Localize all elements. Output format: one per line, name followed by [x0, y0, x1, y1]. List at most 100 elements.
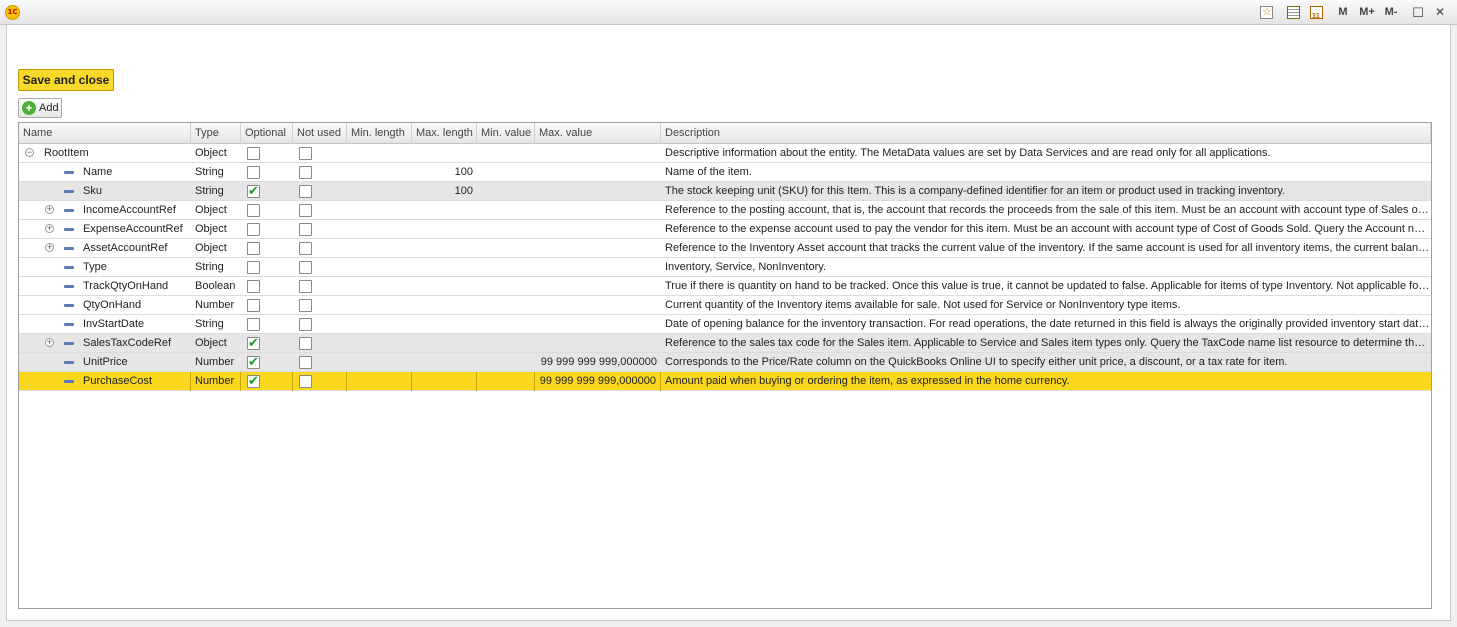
optional-checkbox[interactable] — [247, 372, 260, 390]
restore-window-icon[interactable]: ☐ — [1410, 4, 1426, 21]
cell-not-used[interactable] — [293, 353, 347, 372]
table-row[interactable]: + IncomeAccountRef Object Reference to the … — [19, 201, 1431, 220]
cell-optional[interactable] — [241, 201, 293, 220]
optional-checkbox[interactable] — [247, 334, 260, 352]
cell-optional[interactable] — [241, 277, 293, 296]
table-row[interactable]: Sku String 100 The stock keeping unit (SKU)… — [19, 182, 1431, 201]
cell-optional[interactable] — [241, 353, 293, 372]
cell-not-used[interactable] — [293, 258, 347, 277]
optional-checkbox[interactable] — [247, 280, 260, 293]
table-row[interactable]: InvStartDate String Date of opening balanc… — [19, 315, 1431, 334]
expand-node-icon[interactable]: + — [45, 243, 54, 252]
table-row[interactable]: − RootItem Object Descriptive information a… — [19, 144, 1431, 163]
cell-not-used[interactable] — [293, 315, 347, 334]
expand-node-icon[interactable]: + — [45, 338, 54, 347]
add-button[interactable]: + Add — [18, 98, 62, 118]
table-row[interactable]: Type String Inventory, Service, NonInvento… — [19, 258, 1431, 277]
cell-optional[interactable] — [241, 372, 293, 391]
cell-optional[interactable] — [241, 334, 293, 353]
not-used-checkbox[interactable] — [299, 318, 312, 331]
memory-minus-button[interactable]: M- — [1380, 4, 1402, 21]
optional-checkbox[interactable] — [247, 166, 260, 179]
column-header-type[interactable]: Type — [191, 123, 241, 144]
cell-optional[interactable] — [241, 163, 293, 182]
column-header-name[interactable]: Name — [19, 123, 191, 144]
column-header-description[interactable]: Description — [661, 123, 1431, 144]
close-window-icon[interactable]: ✕ — [1432, 4, 1448, 21]
optional-checkbox[interactable] — [247, 182, 260, 200]
cell-not-used[interactable] — [293, 239, 347, 258]
table-row[interactable]: UnitPrice Number 99 999 999 999,000000 Corr… — [19, 353, 1431, 372]
cell-not-used[interactable] — [293, 182, 347, 201]
not-used-checkbox[interactable] — [299, 356, 312, 369]
cell-optional[interactable] — [241, 315, 293, 334]
column-header-not-used[interactable]: Not used — [293, 123, 347, 144]
not-used-checkbox[interactable] — [299, 223, 312, 236]
save-and-close-button[interactable]: Save and close — [18, 69, 114, 91]
cell-optional[interactable] — [241, 182, 293, 201]
cell-not-used[interactable] — [293, 144, 347, 163]
cell-not-used[interactable] — [293, 334, 347, 353]
collapse-node-icon[interactable]: − — [25, 148, 34, 157]
table-row[interactable]: + SalesTaxCodeRef Object Reference to the s… — [19, 334, 1431, 353]
not-used-checkbox[interactable] — [299, 242, 312, 255]
optional-checkbox[interactable] — [247, 318, 260, 331]
cell-description: Reference to the sales tax code for the … — [665, 337, 1431, 349]
memory-button[interactable]: M — [1336, 4, 1350, 21]
cell-optional[interactable] — [241, 258, 293, 277]
column-header-max-value[interactable]: Max. value — [535, 123, 661, 144]
cell-name: Name — [19, 163, 191, 182]
table-row[interactable]: + ExpenseAccountRef Object Reference to the… — [19, 220, 1431, 239]
column-header-max-length[interactable]: Max. length — [412, 123, 477, 144]
column-header-min-value[interactable]: Min. value — [477, 123, 535, 144]
not-used-checkbox[interactable] — [299, 337, 312, 350]
cell-not-used[interactable] — [293, 296, 347, 315]
expand-node-icon[interactable]: + — [45, 224, 54, 233]
cell-optional[interactable] — [241, 239, 293, 258]
expand-node-icon[interactable]: + — [45, 205, 54, 214]
cell-not-used[interactable] — [293, 220, 347, 239]
not-used-checkbox[interactable] — [299, 299, 312, 312]
cell-optional[interactable] — [241, 296, 293, 315]
not-used-checkbox[interactable] — [299, 280, 312, 293]
metadata-grid[interactable]: Name Type Optional Not used Min. length Max. … — [18, 122, 1432, 609]
optional-checkbox[interactable] — [247, 261, 260, 274]
cell-description: Inventory, Service, NonInventory. — [665, 261, 826, 273]
cell-not-used[interactable] — [293, 277, 347, 296]
cell-description: Corresponds to the Price/Rate column on … — [665, 356, 1288, 368]
column-header-optional[interactable]: Optional — [241, 123, 293, 144]
optional-checkbox[interactable] — [247, 299, 260, 312]
optional-checkbox[interactable] — [247, 242, 260, 255]
optional-checkbox[interactable] — [247, 353, 260, 371]
table-row[interactable]: TrackQtyOnHand Boolean True if there is qu… — [19, 277, 1431, 296]
memory-plus-button[interactable]: M+ — [1356, 4, 1378, 21]
table-row[interactable]: + AssetAccountRef Object Reference to the I… — [19, 239, 1431, 258]
cell-type: Object — [195, 242, 227, 254]
cell-max-length: 100 — [454, 185, 473, 197]
not-used-checkbox[interactable] — [299, 147, 312, 160]
cell-min-length — [347, 163, 412, 182]
favorites-icon[interactable] — [1260, 4, 1273, 21]
attribute-icon — [64, 171, 74, 174]
not-used-checkbox[interactable] — [299, 375, 312, 388]
table-row[interactable]: Name String 100 Name of the item. — [19, 163, 1431, 182]
cell-description: Current quantity of the Inventory items … — [665, 299, 1181, 311]
column-header-min-length[interactable]: Min. length — [347, 123, 412, 144]
table-row[interactable]: QtyOnHand Number Current quantity of the I… — [19, 296, 1431, 315]
item-name: AssetAccountRef — [83, 242, 168, 254]
cell-optional[interactable] — [241, 144, 293, 163]
cell-not-used[interactable] — [293, 163, 347, 182]
optional-checkbox[interactable] — [247, 147, 260, 160]
cell-not-used[interactable] — [293, 201, 347, 220]
not-used-checkbox[interactable] — [299, 166, 312, 179]
cell-not-used[interactable] — [293, 372, 347, 391]
optional-checkbox[interactable] — [247, 223, 260, 236]
optional-checkbox[interactable] — [247, 204, 260, 217]
table-row[interactable]: PurchaseCost Number 99 999 999 999,000000 A… — [19, 372, 1431, 391]
not-used-checkbox[interactable] — [299, 185, 312, 198]
not-used-checkbox[interactable] — [299, 261, 312, 274]
cell-optional[interactable] — [241, 220, 293, 239]
not-used-checkbox[interactable] — [299, 204, 312, 217]
calendar-icon[interactable] — [1310, 6, 1323, 25]
calculator-icon[interactable] — [1287, 6, 1300, 19]
